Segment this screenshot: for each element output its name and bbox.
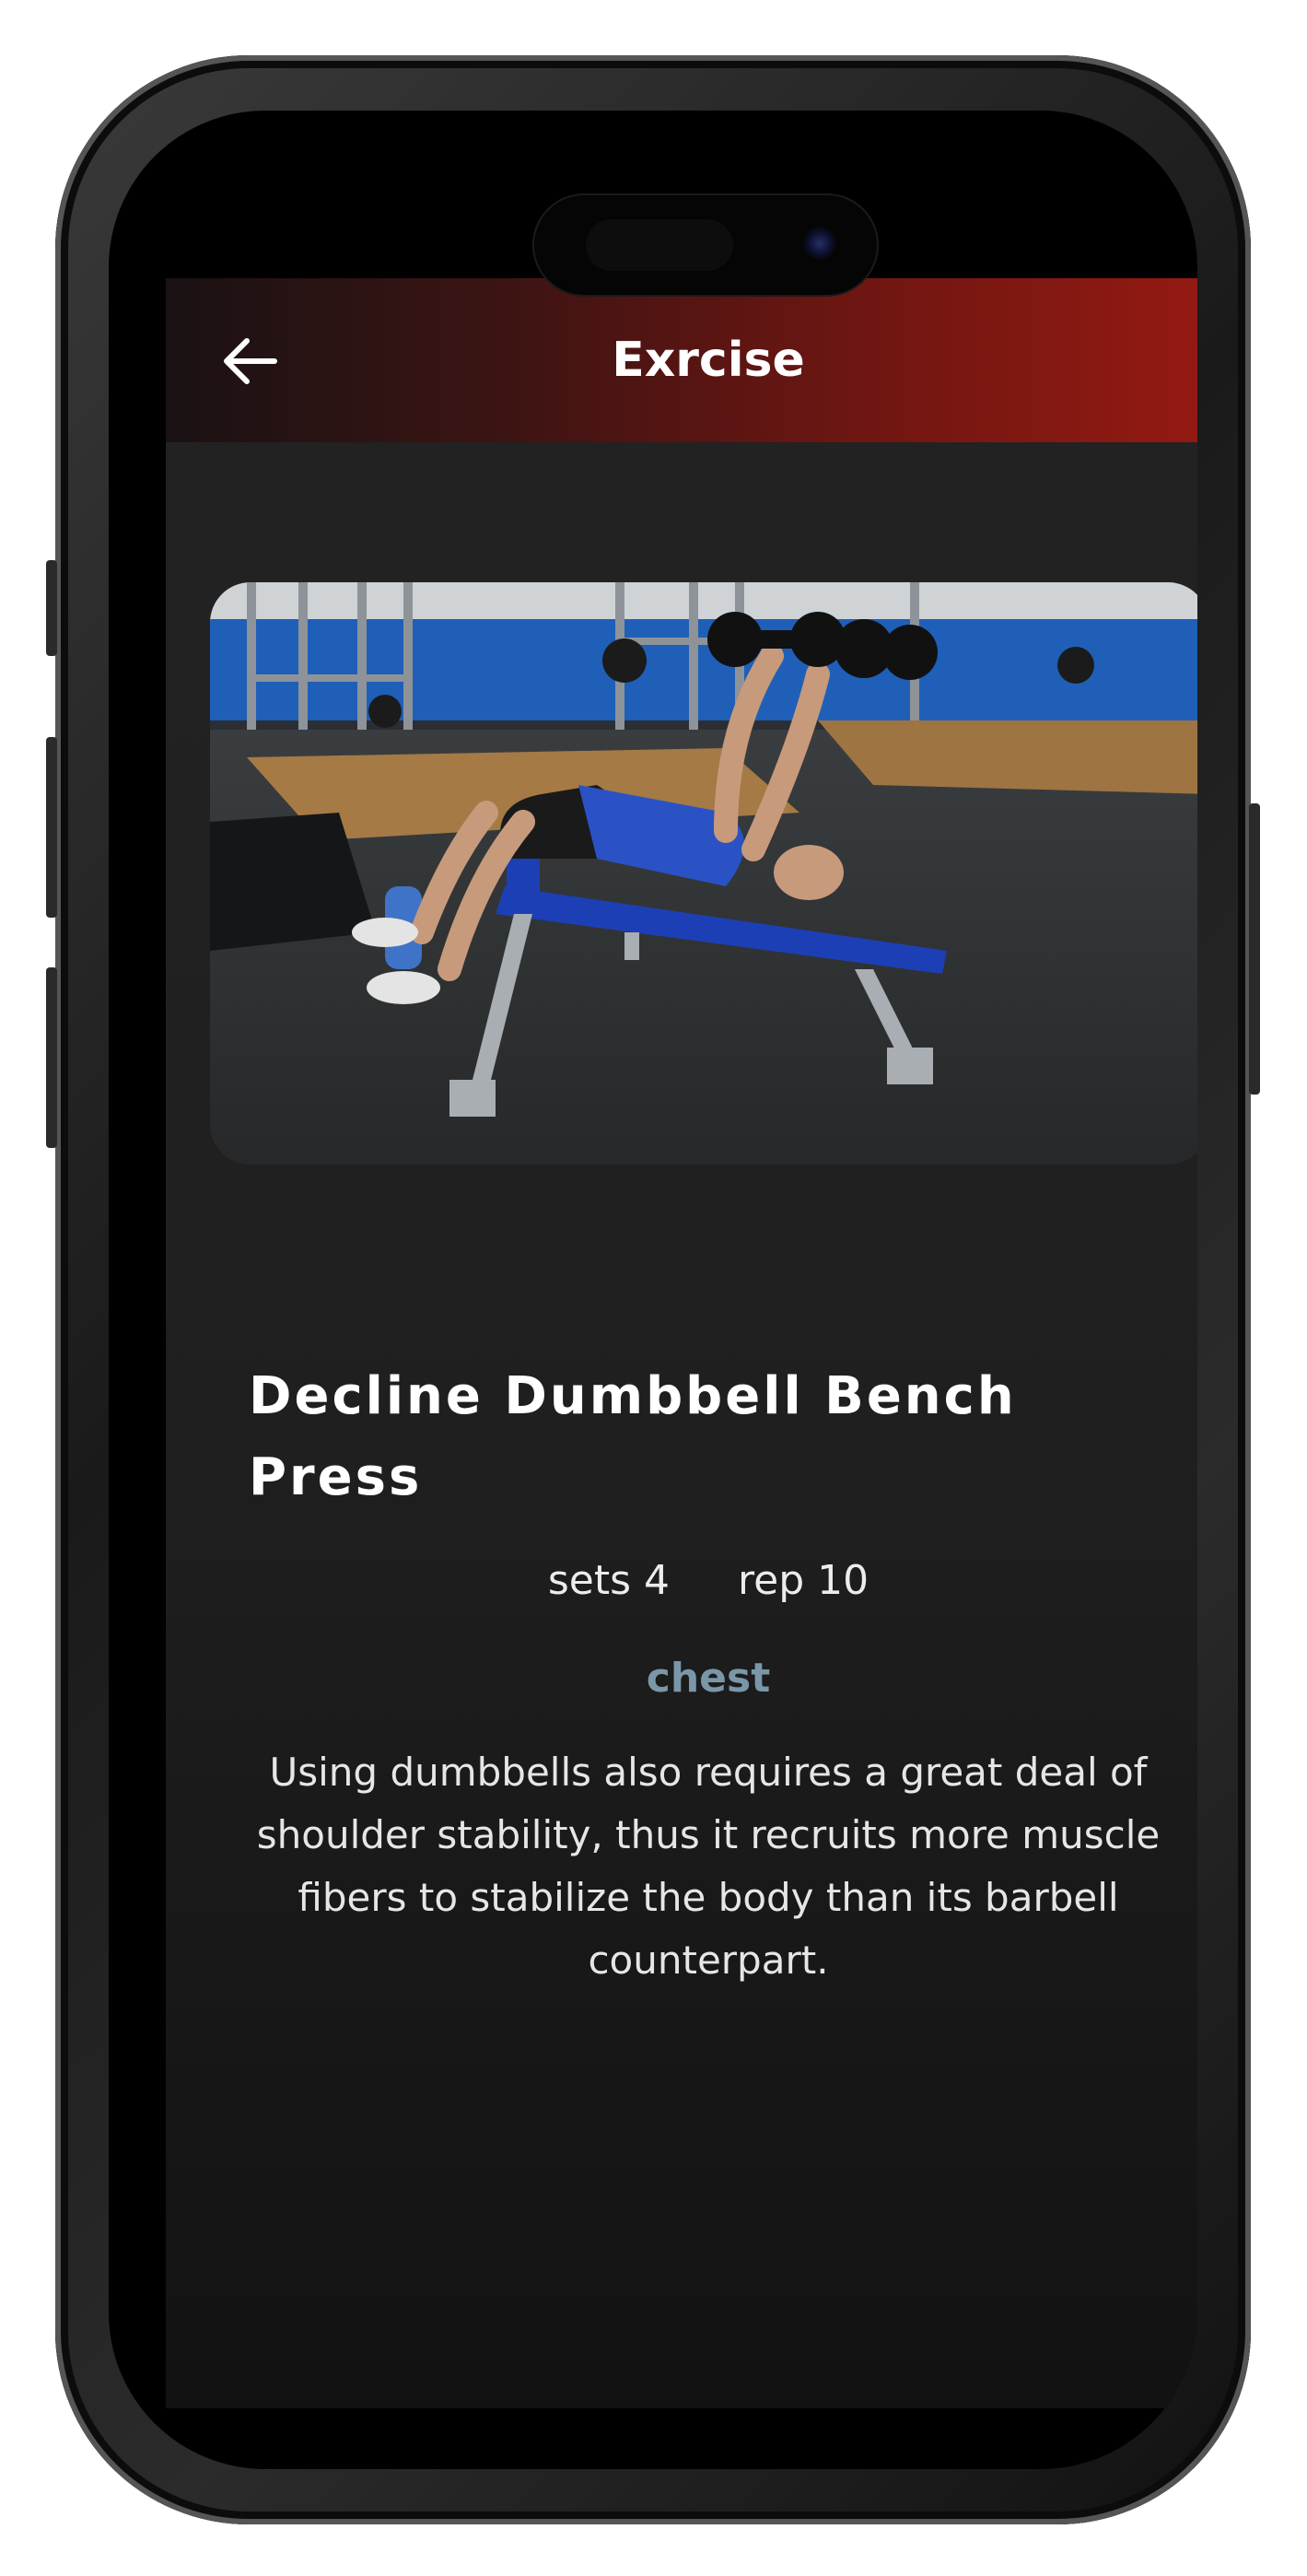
front-camera-icon — [803, 227, 836, 260]
arrow-left-icon — [224, 338, 277, 384]
sensor-pill — [586, 219, 733, 271]
exercise-title: Decline Dumbbell Bench Press — [249, 1366, 1017, 1507]
power-button — [1249, 803, 1260, 1095]
exercise-image — [210, 582, 1197, 1165]
sets-label: sets 4 — [547, 1557, 671, 1604]
volume-down-button — [46, 967, 57, 1148]
dynamic-island — [534, 195, 877, 295]
sets-reps-row: sets 4 rep 10 — [166, 1557, 1197, 1604]
exercise-description: Using dumbbells also requires a great de… — [256, 1750, 1161, 1983]
exercise-screen: Exrcise Decline Dumbbell Bench Press set… — [166, 278, 1197, 2408]
app-header: Exrcise — [166, 278, 1197, 442]
volume-up-button — [46, 737, 57, 918]
phone-frame: Exrcise Decline Dumbbell Bench Press set… — [46, 55, 1260, 2524]
back-button[interactable] — [221, 334, 280, 389]
page-title: Exrcise — [612, 333, 805, 388]
exercise-illustration — [210, 582, 1197, 1165]
muscle-group-tag: chest — [646, 1655, 771, 1702]
reps-label: rep 10 — [738, 1557, 869, 1604]
action-button — [46, 560, 57, 656]
phone-screen: Exrcise Decline Dumbbell Bench Press set… — [109, 111, 1197, 2469]
